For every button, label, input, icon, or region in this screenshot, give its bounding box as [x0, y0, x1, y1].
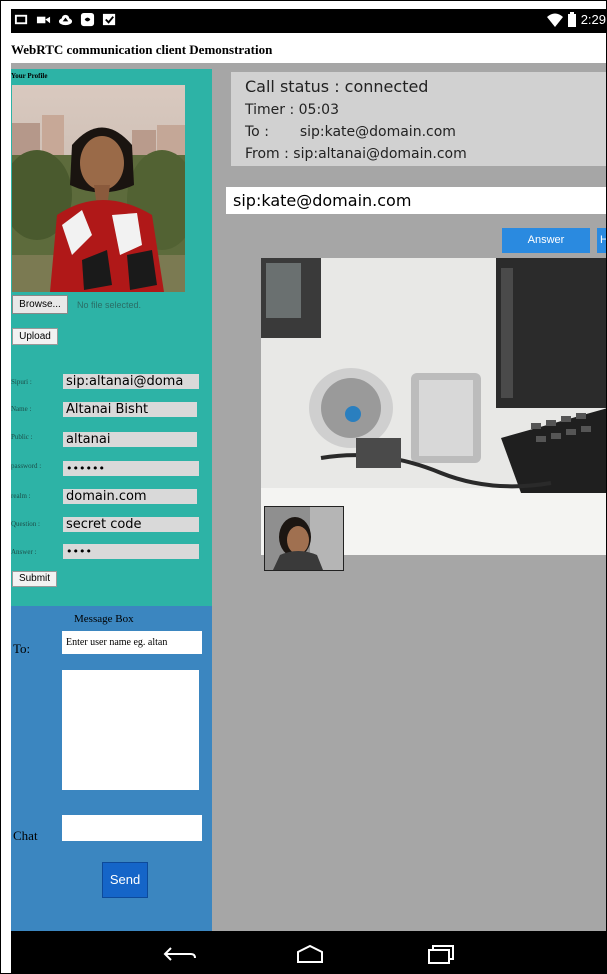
answer-field[interactable]: ••••	[63, 544, 199, 559]
password-field[interactable]: ••••••	[63, 461, 199, 476]
back-icon[interactable]	[161, 942, 201, 966]
screen-icon	[14, 14, 28, 25]
status-right: 2:29	[546, 12, 606, 27]
call-to-label: To :	[245, 124, 269, 140]
clock: 2:29	[580, 12, 606, 27]
message-box-heading: Message Box	[74, 613, 134, 625]
hangup-button[interactable]: H	[597, 228, 606, 253]
public-field[interactable]: altanai	[63, 432, 197, 447]
timer-value: 05:03	[298, 102, 339, 118]
answer-label: Answer :	[11, 548, 37, 556]
submit-button[interactable]: Submit	[12, 571, 57, 587]
battery-icon	[567, 12, 576, 27]
video-icon	[36, 16, 51, 24]
home-icon[interactable]	[290, 942, 330, 966]
timer-row: Timer : 05:03	[245, 102, 339, 118]
chat-input[interactable]	[62, 815, 202, 841]
recipient-input[interactable]: Enter user name eg. altan	[62, 631, 202, 654]
recent-apps-icon[interactable]	[421, 942, 461, 966]
realm-field[interactable]: domain.com	[63, 489, 197, 504]
upload-button[interactable]: Upload	[12, 328, 58, 345]
chat-label: Chat	[13, 828, 38, 843]
name-field[interactable]: Altanai Bisht	[63, 402, 197, 417]
status-bar: 2:29	[11, 9, 606, 33]
message-area[interactable]	[62, 670, 199, 790]
profile-heading: Your Profile	[11, 72, 48, 80]
profile-panel: Your Profile Browse... No file selected.…	[11, 69, 212, 606]
wifi-icon	[546, 13, 563, 27]
call-to-value: sip:kate@domain.com	[299, 124, 456, 140]
timer-label: Timer :	[245, 102, 295, 118]
to-label: To:	[13, 641, 31, 656]
realm-label: realm :	[11, 492, 31, 500]
question-field[interactable]: secret code	[63, 517, 199, 532]
password-label: password :	[11, 462, 42, 470]
app-icon	[80, 12, 95, 27]
cloud-upload-icon	[58, 14, 73, 26]
public-label: Public :	[11, 433, 33, 441]
sipuri-field[interactable]: sip:altanai@doma	[63, 374, 199, 389]
sip-address-input[interactable]: sip:kate@domain.com	[226, 187, 606, 214]
call-status-panel: Call status : connected Timer : 05:03 To…	[231, 72, 606, 166]
page-title: WebRTC communication client Demonstratio…	[11, 42, 273, 57]
profile-photo	[12, 85, 185, 292]
local-video	[264, 506, 344, 571]
notification-icons	[14, 12, 117, 27]
message-box-panel: Message Box To: Enter user name eg. alta…	[11, 606, 212, 931]
checkbox-icon	[102, 13, 116, 26]
name-label: Name :	[11, 405, 32, 413]
call-status-text: Call status : connected	[245, 77, 429, 96]
browse-button[interactable]: Browse...	[12, 295, 68, 314]
navigation-bar	[11, 931, 606, 973]
answer-button[interactable]: Answer	[502, 228, 590, 253]
send-button[interactable]: Send	[102, 862, 148, 898]
question-label: Question :	[11, 520, 40, 528]
from-row: From : sip:altanai@domain.com	[245, 146, 467, 162]
file-status: No file selected.	[77, 300, 142, 310]
sipuri-label: Sipuri :	[11, 378, 32, 386]
to-row: To : sip:kate@domain.com	[245, 124, 456, 140]
device-screen: 2:29 WebRTC communication client Demonst…	[0, 0, 607, 974]
